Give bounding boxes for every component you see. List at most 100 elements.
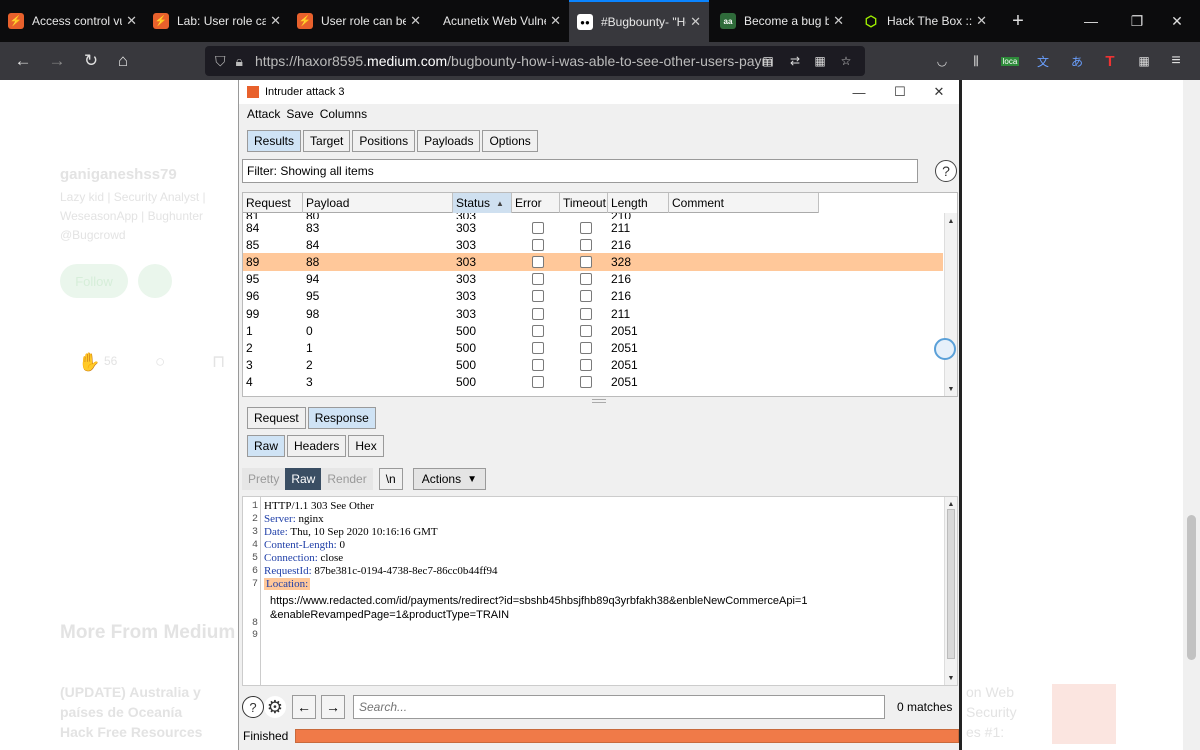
help-icon[interactable]: ?	[935, 160, 957, 182]
menu-hamburger-icon[interactable]: ≡	[1166, 51, 1186, 71]
close-icon[interactable]: ✕	[410, 13, 421, 29]
scroll-down-icon[interactable]: ▼	[945, 383, 957, 395]
google-translate-icon[interactable]: 文	[1033, 51, 1053, 71]
close-icon[interactable]: ✕	[919, 80, 959, 104]
scroll-cursor-indicator[interactable]	[934, 338, 956, 360]
error-checkbox[interactable]	[531, 341, 544, 354]
table-row[interactable]: 85 84 303 216	[243, 236, 943, 253]
qr-code-icon[interactable]: ▦	[810, 51, 830, 71]
error-checkbox[interactable]	[531, 376, 544, 389]
error-checkbox[interactable]	[531, 359, 544, 372]
browser-tab[interactable]: ⬡ Hack The Box :: Lo ✕	[855, 0, 995, 42]
browser-tab[interactable]: Acunetix Web Vulnera ✕	[429, 0, 569, 42]
timeout-checkbox[interactable]	[579, 341, 592, 354]
actions-dropdown[interactable]: Actions ▼	[412, 468, 486, 490]
table-row[interactable]: 3 2 500 2051	[243, 357, 943, 374]
back-icon[interactable]: ←	[12, 50, 34, 72]
table-row[interactable]: 95 94 303 216	[243, 271, 943, 288]
browser-tab[interactable]: ⚡ Access control vu ✕	[0, 0, 145, 42]
column-status[interactable]: Status ▲	[453, 193, 512, 213]
render-button[interactable]: Render	[321, 468, 373, 490]
timeout-checkbox[interactable]	[579, 307, 592, 320]
timeout-checkbox[interactable]	[579, 273, 592, 286]
editor-scrollbar-thumb[interactable]	[947, 509, 955, 659]
subscribe-icon[interactable]	[138, 264, 172, 298]
table-row-selected[interactable]: 89 88 303 328	[243, 253, 943, 271]
timeout-checkbox[interactable]	[579, 238, 592, 251]
help-icon[interactable]: ?	[242, 696, 264, 718]
error-checkbox[interactable]	[531, 238, 544, 251]
tab-response[interactable]: Response	[307, 407, 376, 429]
translate-extension-icon[interactable]: あ	[1067, 51, 1087, 71]
menu-save[interactable]: Save	[286, 107, 313, 125]
column-payload[interactable]: Payload	[303, 193, 453, 213]
timeout-checkbox[interactable]	[579, 376, 592, 389]
scroll-up-icon[interactable]: ▲	[945, 215, 957, 227]
minimize-icon[interactable]: —	[1068, 0, 1114, 42]
localhost-extension-icon[interactable]: loca	[1000, 51, 1020, 71]
column-length[interactable]: Length	[608, 193, 669, 213]
maximize-icon[interactable]: ☐	[880, 80, 920, 104]
search-previous-button[interactable]: ←	[292, 695, 316, 719]
tab-request[interactable]: Request	[247, 407, 306, 429]
close-window-icon[interactable]: ✕	[1154, 0, 1200, 42]
timeout-checkbox[interactable]	[579, 221, 592, 234]
raw-button[interactable]: Raw	[285, 468, 322, 490]
pane-splitter[interactable]	[592, 399, 606, 403]
related-article-title[interactable]: Hack Free Resources	[60, 724, 202, 740]
tab-results[interactable]: Results	[247, 130, 302, 152]
close-icon[interactable]: ✕	[976, 13, 987, 29]
minimize-icon[interactable]: —	[839, 80, 879, 104]
timeout-checkbox[interactable]	[579, 255, 592, 268]
extensions-grid-icon[interactable]: ▦	[1134, 51, 1154, 71]
tab-target[interactable]: Target	[303, 130, 351, 152]
clap-icon[interactable]: ✋	[78, 352, 100, 373]
pocket-icon[interactable]: ◡	[932, 51, 952, 71]
library-icon[interactable]: ⫼	[966, 51, 986, 71]
home-icon[interactable]: ⌂	[112, 50, 134, 72]
page-scrollbar-thumb[interactable]	[1187, 515, 1196, 660]
table-row[interactable]: 99 98 303 211	[243, 305, 943, 322]
pretty-button[interactable]: Pretty	[242, 468, 286, 490]
column-comment[interactable]: Comment	[669, 193, 819, 213]
table-row[interactable]: 96 95 303 216	[243, 288, 943, 305]
table-row[interactable]: 84 83 303 211	[243, 219, 943, 236]
close-icon[interactable]: ✕	[550, 13, 561, 29]
scroll-down-icon[interactable]: ▼	[945, 672, 957, 684]
article-thumbnail[interactable]	[1052, 684, 1116, 744]
related-article-title[interactable]: on Web	[966, 684, 1014, 700]
tamper-extension-icon[interactable]: T	[1100, 51, 1120, 71]
column-timeout[interactable]: Timeout	[560, 193, 608, 213]
search-input[interactable]	[353, 695, 885, 719]
response-editor[interactable]: 1 2 3 4 5 6 7 8 9 HTTP/1.1 303 See Other…	[242, 496, 958, 686]
newline-toggle-button[interactable]: \n	[378, 468, 403, 490]
timeout-checkbox[interactable]	[579, 359, 592, 372]
error-checkbox[interactable]	[531, 290, 544, 303]
filter-bar[interactable]: Filter: Showing all items	[242, 159, 918, 183]
menu-columns[interactable]: Columns	[320, 107, 367, 125]
error-checkbox[interactable]	[531, 324, 544, 337]
related-article-title[interactable]: países de Oceanía	[60, 704, 182, 720]
new-tab-button[interactable]: +	[995, 0, 1041, 42]
browser-tab-active[interactable]: ●● #Bugbounty- "Ho ✕	[569, 0, 709, 42]
tab-payloads[interactable]: Payloads	[417, 130, 481, 152]
forward-icon[interactable]: →	[46, 50, 68, 72]
bookmark-icon[interactable]: ⊓	[212, 352, 225, 372]
reload-icon[interactable]: ↻	[80, 50, 102, 72]
tab-headers[interactable]: Headers	[287, 435, 347, 457]
error-checkbox[interactable]	[531, 307, 544, 320]
browser-tab[interactable]: aa Become a bug bo ✕	[712, 0, 852, 42]
follow-button[interactable]: Follow	[60, 264, 128, 298]
table-row[interactable]: 1 0 500 2051	[243, 322, 943, 339]
close-icon[interactable]: ✕	[833, 13, 844, 29]
comment-icon[interactable]: ○	[155, 352, 165, 372]
browser-tab[interactable]: ⚡ User role can be n ✕	[289, 0, 429, 42]
close-icon[interactable]: ✕	[270, 13, 281, 29]
error-checkbox[interactable]	[531, 273, 544, 286]
editor-scrollbar[interactable]: ▲ ▼	[944, 497, 957, 685]
table-row[interactable]: 4 3 500 2051	[243, 374, 943, 391]
reader-view-icon[interactable]: ▤	[758, 51, 778, 71]
related-article-title[interactable]: es #1:	[966, 724, 1004, 740]
menu-attack[interactable]: Attack	[247, 107, 280, 125]
bookmark-star-icon[interactable]: ☆	[836, 51, 856, 71]
